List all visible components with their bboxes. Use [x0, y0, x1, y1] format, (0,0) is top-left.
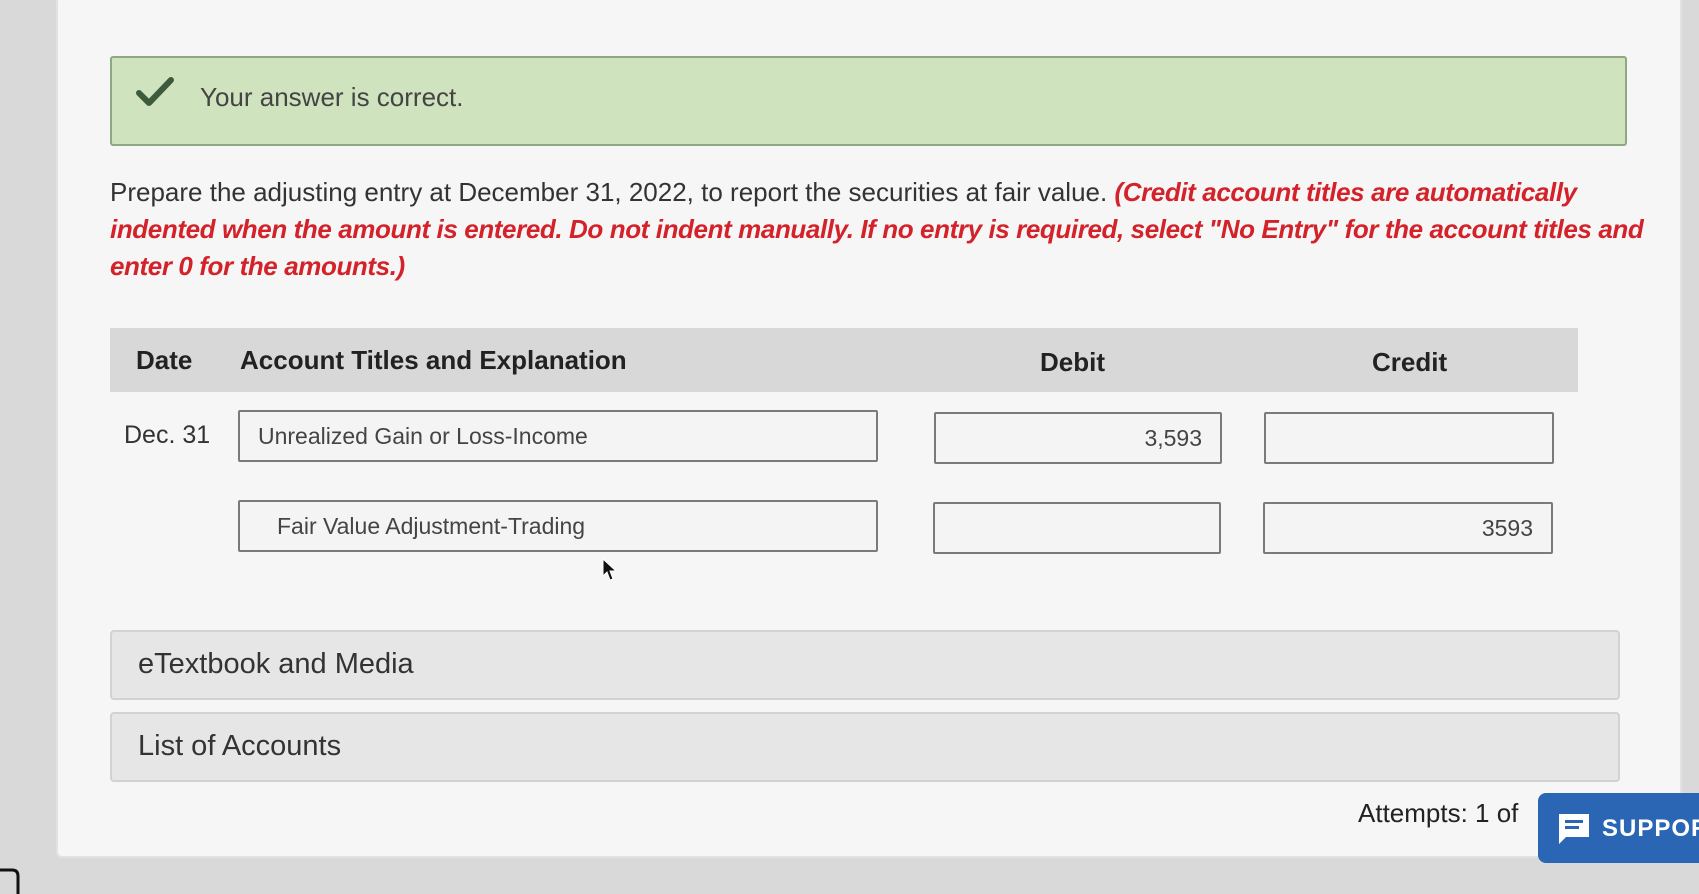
debit-field-1[interactable]: 3,593	[934, 412, 1222, 464]
prompt-text: Prepare the adjusting entry at December …	[110, 177, 1108, 207]
header-credit: Credit	[1372, 347, 1448, 377]
support-button[interactable]: SUPPOR	[1538, 793, 1699, 863]
account-title-field-1[interactable]: Unrealized Gain or Loss-Income	[238, 410, 878, 462]
credit-field-2[interactable]: 3593	[1263, 502, 1553, 554]
debit-field-2[interactable]	[933, 502, 1221, 554]
header-account: Account Titles and Explanation	[240, 345, 627, 375]
mouse-cursor-icon	[602, 558, 618, 581]
account-title-field-2[interactable]: Fair Value Adjustment-Trading	[238, 500, 878, 552]
correct-answer-banner: Your answer is correct.	[110, 56, 1627, 146]
attempts-counter: Attempts: 1 of	[1358, 798, 1519, 828]
checkmark-icon	[136, 77, 174, 106]
list-of-accounts-section[interactable]: List of Accounts	[110, 712, 1620, 782]
question-prompt: Prepare the adjusting entry at December …	[110, 174, 1680, 285]
question-panel: Your answer is correct. Prepare the adju…	[56, 0, 1682, 858]
banner-message: Your answer is correct.	[200, 82, 464, 112]
support-label: SUPPOR	[1602, 815, 1699, 842]
journal-table-header: Date Account Titles and Explanation Debi…	[110, 328, 1578, 392]
entry-date: Dec. 31	[124, 421, 211, 449]
chat-icon	[1559, 814, 1589, 844]
header-date: Date	[136, 345, 193, 375]
edge-sticker-icon	[0, 868, 20, 894]
credit-field-1[interactable]	[1264, 412, 1554, 464]
header-debit: Debit	[1040, 347, 1105, 377]
etextbook-media-section[interactable]: eTextbook and Media	[110, 630, 1620, 700]
